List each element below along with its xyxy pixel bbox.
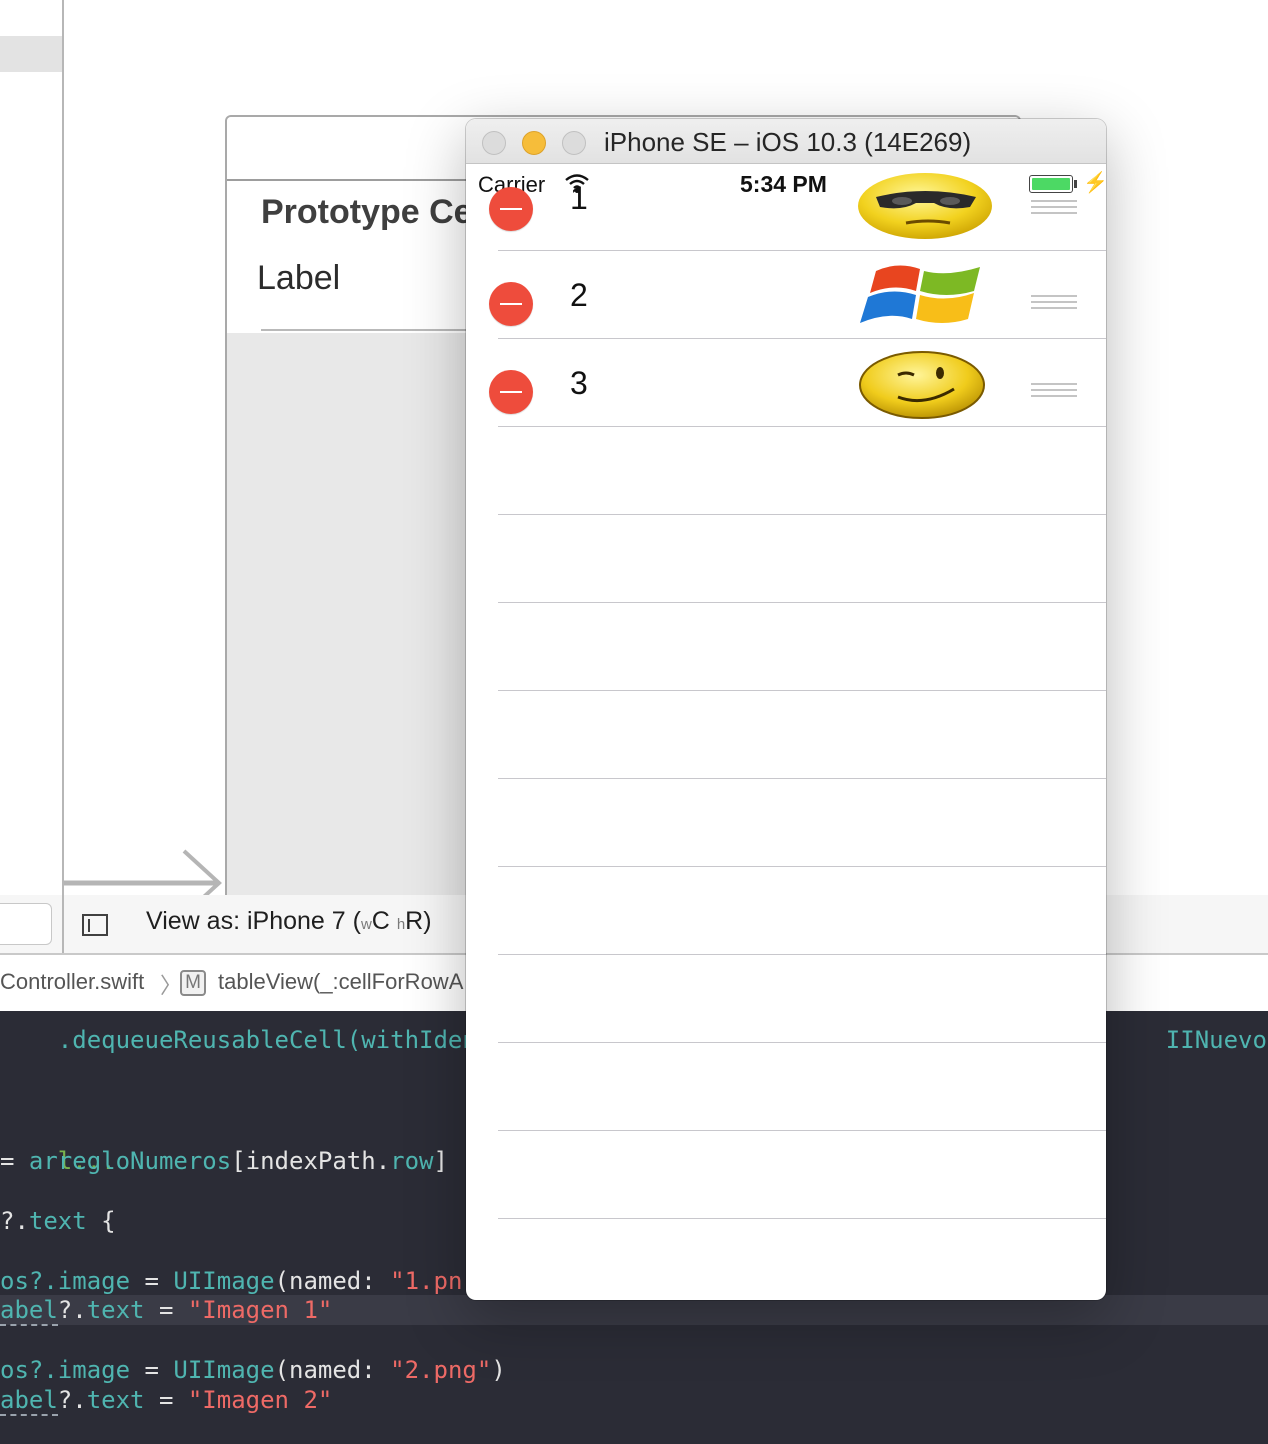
- code-token: =: [130, 1356, 174, 1384]
- sunglasses-smiley-icon: [858, 171, 996, 241]
- empty-table-row[interactable]: [466, 1043, 1106, 1131]
- code-token: (named:: [274, 1356, 391, 1384]
- empty-table-row[interactable]: [466, 515, 1106, 603]
- code-token: image: [57, 1356, 131, 1384]
- view-as-suffix: ): [423, 907, 432, 935]
- simulator-window[interactable]: iPhone SE – iOS 10.3 (14E269) Carrier 5:…: [466, 119, 1106, 1300]
- bar-divider: [62, 895, 64, 953]
- navigator-filter-field[interactable]: [0, 903, 52, 945]
- breadcrumb-file[interactable]: Controller.swift: [0, 969, 144, 995]
- code-token: .dequeueReusableCell(withIdentifi: [57, 1026, 535, 1054]
- delete-row-button[interactable]: [489, 282, 533, 326]
- row-number-label: 1: [570, 180, 588, 216]
- prototype-cells-header: Prototype Ce: [261, 193, 473, 231]
- document-outline-toggle-icon[interactable]: [82, 914, 108, 936]
- code-token: UIImage: [173, 1356, 275, 1384]
- code-token: image: [57, 1267, 131, 1295]
- delete-row-button[interactable]: [489, 187, 533, 231]
- code-string: "Imagen 2": [187, 1386, 333, 1414]
- code-token: ?.: [57, 1386, 87, 1414]
- code-line-current: abel?.text = "Imagen 1": [0, 1295, 333, 1326]
- row-separator: [498, 1218, 1106, 1219]
- code-line: = arregloNumeros[indexPath.row]: [0, 1146, 448, 1176]
- code-token: [indexPath.: [231, 1147, 391, 1175]
- code-token: ]: [433, 1147, 448, 1175]
- code-token: =: [0, 1147, 29, 1175]
- delete-row-button[interactable]: [489, 370, 533, 414]
- row-number-label: 3: [570, 365, 588, 401]
- code-token: UIImage: [173, 1267, 275, 1295]
- prototype-cell-label[interactable]: Label: [257, 259, 340, 298]
- minimize-window-icon[interactable]: [522, 131, 546, 155]
- empty-table-row[interactable]: [466, 691, 1106, 779]
- method-icon: M: [180, 970, 206, 996]
- wink-smiley-icon: [858, 349, 996, 419]
- table-row[interactable]: 1: [466, 163, 1106, 251]
- code-line-partial: .dequeueReusableCell(withIdentifi: [0, 995, 535, 1054]
- table-row[interactable]: 3: [466, 339, 1106, 427]
- code-token: =: [144, 1386, 188, 1414]
- code-token: row: [390, 1147, 434, 1175]
- empty-table-row[interactable]: [466, 427, 1106, 515]
- code-token: =: [130, 1267, 174, 1295]
- code-token: os?.: [0, 1356, 58, 1384]
- code-token: arregloNumeros: [28, 1147, 232, 1175]
- code-token: ?.: [57, 1296, 87, 1324]
- code-string: "1.pn: [390, 1267, 463, 1295]
- reorder-handle-icon[interactable]: [1031, 295, 1077, 313]
- table-row[interactable]: 2: [466, 251, 1106, 339]
- view-as-device-button[interactable]: View as: iPhone 7 (wC hR): [146, 907, 432, 936]
- code-token: IINuevo: [1165, 1026, 1267, 1054]
- code-token: =: [144, 1296, 188, 1324]
- row-number-label: 2: [570, 277, 588, 313]
- navigator-panel: [0, 0, 64, 895]
- code-string: "2.png": [390, 1356, 492, 1384]
- view-as-prefix: View as: iPhone 7 (: [146, 907, 361, 935]
- entry-point-arrow-icon: [64, 849, 222, 895]
- reorder-handle-icon[interactable]: [1031, 200, 1077, 218]
- empty-table-row[interactable]: [466, 867, 1106, 955]
- code-line: os?.image = UIImage(named: "1.pn: [0, 1266, 462, 1296]
- windows-flag-icon: [858, 261, 996, 331]
- empty-table-row[interactable]: [466, 779, 1106, 867]
- code-token: text: [28, 1207, 87, 1235]
- height-class-prefix: h: [396, 916, 406, 933]
- code-line-partial-right: IINuevo: [1108, 995, 1267, 1054]
- code-token: ?.: [0, 1207, 29, 1235]
- code-token: os?.: [0, 1267, 58, 1295]
- empty-table-row[interactable]: [466, 955, 1106, 1043]
- code-token: abel: [0, 1296, 58, 1326]
- width-class-value: C: [371, 907, 390, 935]
- empty-table-row[interactable]: [466, 603, 1106, 691]
- code-line: l...: [0, 1116, 116, 1175]
- close-window-icon[interactable]: [482, 131, 506, 155]
- breadcrumb-function[interactable]: tableView(_:cellForRowA: [218, 969, 463, 995]
- code-token: text: [86, 1296, 145, 1324]
- height-class-value: R: [405, 907, 424, 935]
- zoom-window-icon[interactable]: [562, 131, 586, 155]
- empty-table-row[interactable]: [466, 1131, 1106, 1219]
- code-token: (named:: [274, 1267, 391, 1295]
- simulator-titlebar[interactable]: iPhone SE – iOS 10.3 (14E269): [466, 119, 1106, 164]
- code-token: {: [86, 1207, 116, 1235]
- code-token: ): [491, 1356, 506, 1384]
- simulator-title: iPhone SE – iOS 10.3 (14E269): [604, 127, 972, 157]
- code-token: text: [86, 1386, 145, 1414]
- reorder-handle-icon[interactable]: [1031, 383, 1077, 401]
- code-string: "Imagen 1": [187, 1296, 333, 1324]
- width-class-prefix: w: [360, 916, 372, 933]
- code-line: abel?.text = "Imagen 2": [0, 1385, 333, 1416]
- code-token: abel: [0, 1386, 58, 1416]
- code-line: ?.text {: [0, 1206, 116, 1236]
- code-line: os?.image = UIImage(named: "2.png"): [0, 1355, 506, 1385]
- navigator-selected-row[interactable]: [0, 36, 62, 72]
